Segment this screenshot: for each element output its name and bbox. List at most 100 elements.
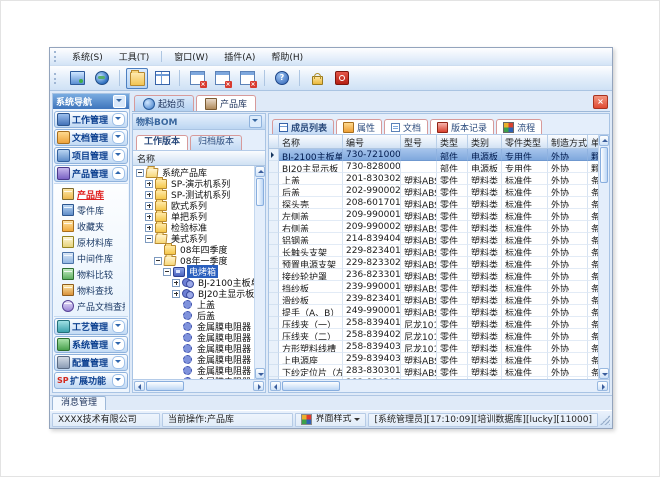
chevron-down-icon[interactable] [112, 338, 125, 351]
collapse-icon[interactable] [136, 169, 144, 177]
table-row[interactable]: 探头壳208-601701-01X塑料ABS零件塑料类标准件外协条 [269, 197, 598, 209]
system-monitor-button[interactable] [66, 68, 88, 89]
expand-icon[interactable] [145, 180, 153, 188]
chevron-down-icon[interactable] [112, 149, 125, 162]
table-row[interactable]: 右侧盖209-990002-01X塑料ABS零件塑料类标准件外协条 [269, 221, 598, 233]
column-header-单位[interactable]: 单位 [588, 135, 598, 148]
tree-vscroll-thumb[interactable] [256, 178, 264, 206]
expand-icon[interactable] [145, 191, 153, 199]
column-header-零件类型[interactable]: 零件类型 [502, 135, 548, 148]
table-row[interactable]: BJ-2100主板单点730-721000-12X部件电源板专用件外协颗 [269, 149, 598, 161]
table-row[interactable]: 左侧盖209-990001-01X塑料ABS零件塑料类标准件外协条 [269, 209, 598, 221]
table-row[interactable]: 压线夹（一）258-839401-00X尼龙1010零件塑料类标准件外协条 [269, 317, 598, 329]
sidebar-item-中间件库[interactable]: 中间件库 [54, 250, 128, 266]
close-other-documents-button[interactable] [236, 68, 258, 89]
scroll-right-icon[interactable] [253, 381, 264, 391]
expand-icon[interactable] [172, 279, 180, 287]
panel-tab-流程[interactable]: 流程 [496, 119, 542, 134]
scroll-down-icon[interactable] [599, 368, 609, 379]
scroll-up-icon[interactable] [599, 135, 609, 146]
bom-panel-collapse-button[interactable] [249, 115, 262, 128]
sidebar-item-原材料库[interactable]: 原材料库 [54, 234, 128, 250]
sidebar-group-文档管理[interactable]: 文档管理 [54, 129, 128, 146]
table-row[interactable]: 上电源座259-839403-00X塑料ABS零件塑料类标准件外协条 [269, 353, 598, 365]
scroll-down-icon[interactable] [255, 368, 265, 379]
table-row[interactable]: BJ20主显示板730-828000-04X部件电源板专用件外协颗 [269, 161, 598, 173]
chevron-up-icon[interactable] [112, 167, 125, 180]
scroll-up-icon[interactable] [255, 166, 265, 177]
column-header-型号[interactable]: 型号 [401, 135, 437, 148]
sidebar-group-项目管理[interactable]: 项目管理 [54, 147, 128, 164]
collapse-icon[interactable] [163, 268, 171, 276]
close-tab-button[interactable]: × [593, 95, 608, 109]
web-globe-button[interactable] [91, 68, 113, 89]
close-all-documents-button[interactable] [211, 68, 233, 89]
sidebar-item-零件库[interactable]: 零件库 [54, 202, 128, 218]
close-document-button[interactable] [186, 68, 208, 89]
sidebar-group-工艺管理[interactable]: 工艺管理 [54, 318, 128, 335]
version-tab-归档版本[interactable]: 归档版本 [190, 135, 242, 150]
table-row[interactable]: 上盖201-830302-00X塑料ABS零件塑料类标准件外协条 [269, 173, 598, 185]
sidebar-group-配置管理[interactable]: 配置管理 [54, 354, 128, 371]
scroll-right-icon[interactable] [597, 381, 608, 391]
menu-item-5[interactable]: 帮助(H) [264, 48, 310, 65]
expand-icon[interactable] [145, 202, 153, 210]
table-row[interactable]: 长触头支架229-823401-00X塑料ABS零件塑料类标准件外协条 [269, 245, 598, 257]
tree-column-header[interactable]: 名称 [133, 151, 265, 166]
column-header-类别[interactable]: 类别 [468, 135, 502, 148]
doc-tab-产品库[interactable]: 产品库 [196, 95, 256, 111]
ui-style-dropdown[interactable]: 界面样式 [295, 413, 366, 427]
table-row[interactable]: 压线夹（二）258-839402-00X尼龙1010零件塑料类标准件外协条 [269, 329, 598, 341]
sidebar-collapse-button[interactable] [113, 95, 126, 108]
sidebar-item-产品文档查找[interactable]: 产品文档查找 [54, 298, 128, 314]
chevron-down-icon[interactable] [112, 320, 125, 333]
grid-horizontal-scrollbar[interactable] [269, 379, 609, 392]
column-header-编号[interactable]: 编号 [343, 135, 401, 148]
menu-item-2[interactable]: 工具(T) [112, 48, 157, 65]
chevron-down-icon[interactable] [112, 113, 125, 126]
chevron-down-icon[interactable] [112, 131, 125, 144]
sidebar-group-扩展功能[interactable]: SP扩展功能 [54, 372, 128, 389]
version-tab-工作版本[interactable]: 工作版本 [136, 135, 188, 150]
panel-tab-属性[interactable]: 属性 [336, 119, 382, 134]
panel-tab-版本记录[interactable]: 版本记录 [430, 119, 494, 134]
column-header-制造方式[interactable]: 制造方式 [548, 135, 588, 148]
sidebar-group-产品管理[interactable]: 产品管理 [54, 165, 128, 182]
column-header-名称[interactable]: 名称 [279, 135, 343, 148]
chevron-down-icon[interactable] [112, 374, 125, 387]
chevron-down-icon[interactable] [112, 356, 125, 369]
panel-tab-成员列表[interactable]: 成员列表 [272, 119, 334, 134]
menu-item-1[interactable]: 系统(S) [65, 48, 110, 65]
table-row[interactable]: 滑纱板239-823401-00X塑料ABS零件塑料类标准件外协条 [269, 293, 598, 305]
table-row[interactable]: 铝钢盖214-839404-01X塑料ABS零件塑料类标准件外协条 [269, 233, 598, 245]
tree-node-上盖[interactable]: 上盖 [133, 299, 254, 310]
tree-horizontal-scrollbar[interactable] [133, 379, 265, 392]
tree-vertical-scrollbar[interactable] [254, 166, 265, 379]
grid-vertical-scrollbar[interactable] [598, 135, 609, 379]
table-row[interactable]: 方形塑料线槽258-839403-00X尼龙1010零件塑料类标准件外协条 [269, 341, 598, 353]
sidebar-item-物料比较[interactable]: 物料比较 [54, 266, 128, 282]
collapse-icon[interactable] [154, 257, 162, 265]
menu-item-3[interactable]: 窗口(W) [167, 48, 215, 65]
sidebar-group-工作管理[interactable]: 工作管理 [54, 111, 128, 128]
sidebar-item-产品库[interactable]: 产品库 [54, 186, 128, 202]
tree-node-BJ20主显示板[interactable]: BJ20主显示板 [133, 288, 254, 299]
expand-icon[interactable] [145, 213, 153, 221]
table-row[interactable]: 预置电源支架229-823302-00X塑料ABS零件塑料类标准件外协条 [269, 257, 598, 269]
table-row[interactable]: 接纱轮护罩236-823301-00X塑料ABS零件塑料类标准件外协条 [269, 269, 598, 281]
sidebar-item-物料查找[interactable]: 物料查找 [54, 282, 128, 298]
grid-vscroll-thumb[interactable] [600, 147, 608, 183]
scroll-left-icon[interactable] [270, 381, 281, 391]
doc-tab-起始页[interactable]: 起始页 [134, 95, 194, 111]
sidebar-group-系统管理[interactable]: 系统管理 [54, 336, 128, 353]
collapse-icon[interactable] [145, 235, 153, 243]
column-header-类型[interactable]: 类型 [437, 135, 468, 148]
bom-grid-button[interactable] [151, 68, 173, 89]
table-row[interactable]: 后盖202-990002-01X塑料ABS零件塑料类标准件外协条 [269, 185, 598, 197]
exit-button[interactable] [331, 68, 353, 89]
scroll-left-icon[interactable] [134, 381, 145, 391]
grid-hscroll-thumb[interactable] [282, 381, 340, 391]
table-row[interactable]: 提手（A、B）249-990001-01X塑料ABS零件塑料类标准件外协条 [269, 305, 598, 317]
message-management-tab[interactable]: 消息管理 [52, 396, 106, 410]
lock-button[interactable] [306, 68, 328, 89]
